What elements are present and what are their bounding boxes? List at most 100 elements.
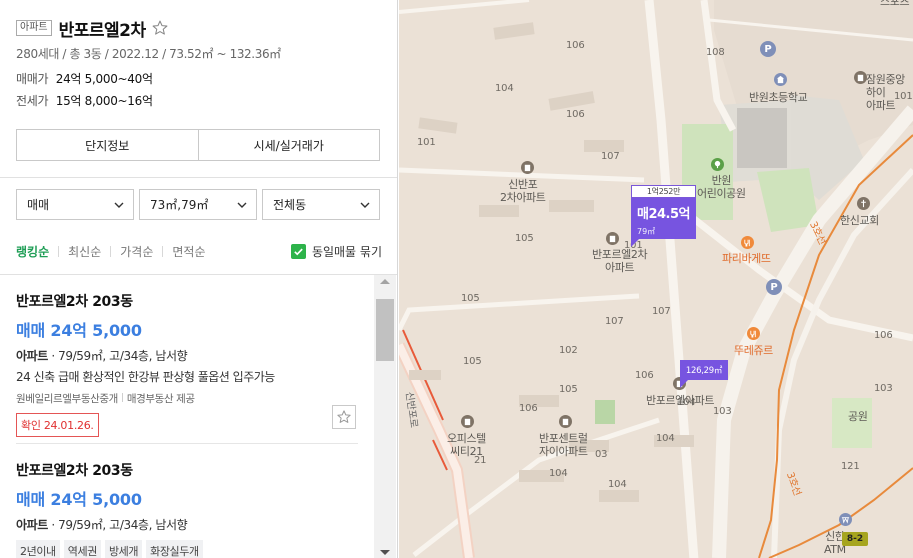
building-number: 106 — [635, 370, 654, 381]
building-number: 105 — [515, 233, 534, 244]
scrollbar-thumb[interactable] — [376, 299, 394, 361]
chevron-down-icon — [114, 202, 124, 208]
price-per-pyeong: 1억252만 — [631, 185, 696, 198]
listing-tags: 2년이내 역세권 방세개 화장실두개 — [16, 540, 358, 558]
tab-complex-info[interactable]: 단지정보 — [17, 130, 198, 160]
data-provider: 매경부동산 제공 — [126, 393, 195, 405]
area-value: 73㎡,79㎡ — [150, 198, 209, 212]
church-poi-icon — [857, 197, 870, 210]
apartment-poi-icon — [559, 415, 572, 428]
property-type-badge: 아파트 — [16, 20, 52, 36]
poi-banwon-kinder-park[interactable]: 반원 어린이공원 — [697, 174, 746, 200]
poi-jamwon-apt[interactable]: 잠원중앙하이 아파트 — [866, 73, 913, 112]
area-select[interactable]: 73㎡,79㎡ — [139, 189, 257, 220]
sort-ranking[interactable]: 랭킹순 — [16, 243, 49, 260]
park-tree-icon — [711, 158, 724, 171]
poi-top-right[interactable]: 스포츠 — [880, 0, 910, 8]
listing-price-pin[interactable]: 1억252만 매24.5억 79㎡ — [631, 185, 696, 247]
filter-bar: 매매 73㎡,79㎡ 전체동 — [16, 189, 380, 220]
listing-tag: 화장실두개 — [146, 540, 203, 558]
pin-tail — [680, 380, 688, 388]
poi-hanshin-church[interactable]: 한신교회 — [840, 214, 879, 227]
listing-tag: 역세권 — [63, 540, 101, 558]
building-number: 105 — [559, 384, 578, 395]
listing-spec: 아파트 · 79/59㎡, 고/34층, 남서향 — [16, 516, 358, 533]
listing-name: 반포르엘2차 203동 — [16, 294, 133, 310]
list-item-divider — [16, 443, 358, 444]
listing-type: 아파트 — [16, 349, 48, 363]
list-scrollbar[interactable] — [374, 275, 396, 558]
building-number: 103 — [874, 383, 893, 394]
complex-meta: 280세대 / 총 3동 / 2022.12 / 73.52㎡ ~ 132.36… — [16, 47, 281, 61]
sort-latest[interactable]: 최신순 — [68, 243, 101, 260]
chevron-down-icon — [360, 202, 370, 208]
poi-banwon-elementary[interactable]: 반원초등학교 — [749, 91, 808, 104]
listing-agent-row: 원베일리르엘부동산중개 매경부동산 제공 — [16, 391, 358, 406]
listing-list: 반포르엘2차 203동 매매 24억 5,000 아파트 · 79/59㎡, 고… — [0, 275, 374, 558]
poi-banporel-apt[interactable]: 반포르엘아파트 — [646, 394, 714, 407]
map-view[interactable]: 108 106 101 107 104 106 105 107 105 107 … — [399, 0, 913, 558]
listing-spec-detail: · 79/59㎡, 고/34층, 남서향 — [47, 518, 188, 532]
building-number: 104 — [656, 433, 675, 444]
building-number: 108 — [706, 47, 725, 58]
poi-officetel-city21[interactable]: 오피스텔 씨티21 — [447, 432, 486, 458]
favorite-star-icon[interactable] — [151, 19, 169, 37]
jeonse-price-row: 전세가 15억 8,000~16억 — [16, 92, 382, 108]
info-tabs: 단지정보 시세/실거래가 — [16, 129, 380, 161]
list-item[interactable]: 반포르엘2차 203동 매매 24억 5,000 아파트 · 79/59㎡, 고… — [16, 460, 358, 558]
apartment-poi-icon — [521, 161, 534, 174]
poi-paris-baguette[interactable]: 파리바게뜨 — [722, 252, 771, 265]
complex-summary: 아파트 반포르엘2차 280세대 / 총 3동 / 2022.12 / 73.5… — [16, 16, 382, 108]
poi-sinbanpo-apt[interactable]: 신반포 2차아파트 — [500, 178, 546, 204]
building-number: 106 — [874, 330, 893, 341]
building-number: 106 — [519, 403, 538, 414]
scroll-up-arrow-icon[interactable] — [380, 279, 390, 284]
sort-divider — [110, 245, 112, 257]
sort-bar: 랭킹순 최신순 가격순 면적순 동일매물 묶기 — [16, 240, 382, 262]
building-value: 전체동 — [273, 198, 307, 212]
building-poi-icon — [461, 415, 474, 428]
poi-park[interactable]: 공원 — [848, 410, 868, 423]
parking-icon[interactable]: P — [766, 279, 782, 295]
listing-favorite-button[interactable] — [332, 405, 356, 429]
jeonse-price-label: 전세가 — [16, 94, 49, 108]
atm-poi-icon — [839, 513, 852, 526]
building-number: 106 — [566, 40, 585, 51]
area-price-pin[interactable]: 126,29㎡ — [680, 360, 728, 380]
listing-tag: 2년이내 — [16, 540, 60, 558]
listing-spec: 아파트 · 79/59㎡, 고/34층, 남서향 — [16, 347, 358, 364]
star-icon — [337, 410, 351, 423]
list-item[interactable]: 반포르엘2차 203동 매매 24억 5,000 아파트 · 79/59㎡, 고… — [16, 291, 358, 437]
building-number: 105 — [461, 293, 480, 304]
complex-title-row: 아파트 반포르엘2차 — [16, 16, 382, 41]
building-number: 107 — [652, 306, 671, 317]
listing-panel: 아파트 반포르엘2차 280세대 / 총 3동 / 2022.12 / 73.5… — [0, 0, 398, 558]
listing-tag: 방세개 — [104, 540, 143, 558]
poi-centreville-apt[interactable]: 반포센트럴 자이아파트 — [539, 432, 588, 458]
sale-price-value: 24억 5,000~40억 — [55, 72, 153, 86]
merge-same-listings-toggle[interactable]: 동일매물 묶기 — [290, 243, 382, 260]
building-select[interactable]: 전체동 — [262, 189, 380, 220]
checkbox-checked-icon[interactable] — [290, 243, 306, 259]
building-number: 105 — [463, 356, 482, 367]
sort-area[interactable]: 면적순 — [172, 243, 205, 260]
section-divider — [0, 177, 397, 178]
building-number: 106 — [566, 109, 585, 120]
scroll-down-arrow-icon[interactable] — [380, 550, 390, 555]
bakery-poi-icon — [741, 236, 754, 249]
sort-price[interactable]: 가격순 — [120, 243, 153, 260]
building-number: 121 — [841, 461, 860, 472]
listing-price: 매매 24억 5,000 — [16, 490, 142, 509]
poi-banporel2-apt[interactable]: 반포르엘2차 아파트 — [592, 248, 648, 274]
bakery-poi-icon — [747, 327, 760, 340]
trade-type-select[interactable]: 매매 — [16, 189, 134, 220]
price-pin-body: 매24.5억 79㎡ — [631, 198, 696, 239]
tab-market-price[interactable]: 시세/실거래가 — [197, 130, 380, 160]
jeonse-price-value: 15억 8,000~16억 — [55, 94, 153, 108]
pin-area: 79㎡ — [637, 227, 656, 236]
parking-icon[interactable]: P — [760, 41, 776, 57]
subway-exit-badge: 8-2 — [842, 532, 868, 546]
building-number: 107 — [601, 151, 620, 162]
building-number: 102 — [559, 345, 578, 356]
poi-touslesjours[interactable]: 뚜레쥬르 — [734, 344, 773, 357]
